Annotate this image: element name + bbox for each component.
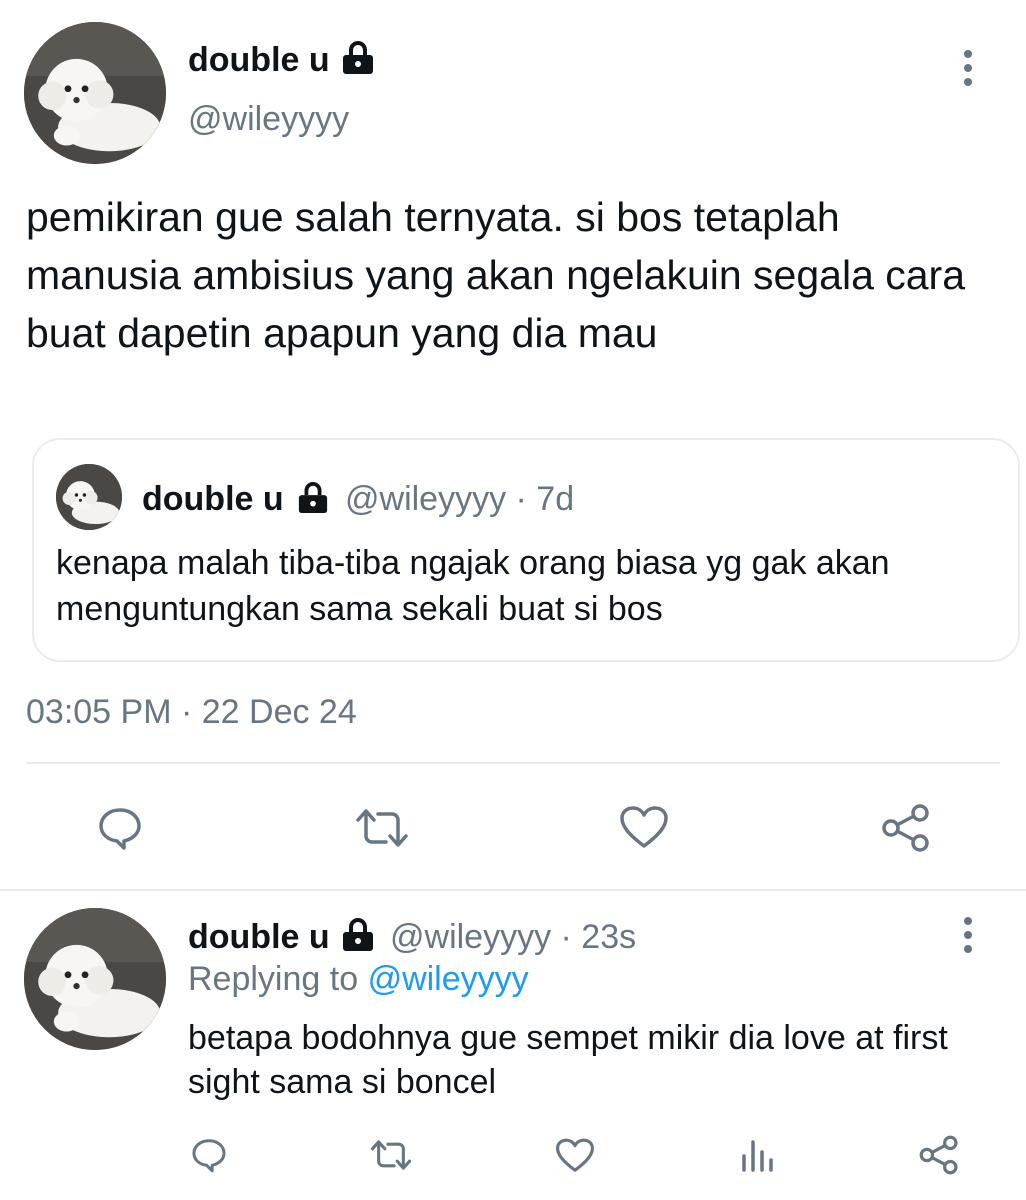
reply-share-icon[interactable] — [918, 1134, 960, 1176]
section-divider — [0, 889, 1026, 891]
quoted-lock-icon — [296, 482, 330, 514]
quoted-display-name: double u — [142, 480, 284, 518]
replying-prefix: Replying to — [188, 960, 359, 998]
reply-more-vertical-icon[interactable] — [956, 915, 980, 955]
reply-reply-icon[interactable] — [190, 1136, 228, 1174]
lock-icon — [340, 41, 376, 75]
retweet-icon[interactable] — [352, 806, 412, 850]
reply-avatar[interactable] — [24, 908, 166, 1050]
reply-lock-icon — [340, 918, 376, 952]
like-icon[interactable] — [618, 804, 670, 852]
tweet-text: pemikiran gue salah ternyata. si bos tet… — [26, 194, 966, 356]
handle[interactable]: @wileyyyy — [188, 99, 349, 139]
reply-like-icon[interactable] — [554, 1137, 596, 1175]
reply-retweet-icon[interactable] — [367, 1138, 415, 1172]
quoted-avatar — [56, 464, 122, 530]
display-name[interactable]: double u — [188, 40, 330, 80]
quoted-handle-time: @wileyyyy · 7d — [345, 480, 575, 518]
replying-handle-link[interactable]: @wileyyyy — [368, 960, 529, 998]
more-vertical-icon[interactable] — [956, 48, 980, 88]
analytics-icon[interactable] — [739, 1136, 777, 1174]
reply-text: betapa bodohnya gue sempet mikir dia lov… — [188, 1019, 948, 1101]
replying-to: Replying to @wileyyyy — [188, 959, 529, 999]
avatar[interactable] — [24, 22, 166, 164]
reply-display-name[interactable]: double u — [188, 917, 330, 957]
timestamp[interactable]: 03:05 PM · 22 Dec 24 — [26, 692, 357, 732]
divider — [26, 762, 1000, 764]
reply-handle-time[interactable]: @wileyyyy · 23s — [390, 917, 636, 957]
share-icon[interactable] — [880, 802, 932, 854]
quoted-text: kenapa malah tiba-tiba ngajak orang bias… — [56, 544, 890, 628]
reply-icon[interactable] — [96, 804, 144, 852]
quoted-tweet[interactable]: double u @wileyyyy · 7d kenapa malah tib… — [32, 438, 1020, 662]
